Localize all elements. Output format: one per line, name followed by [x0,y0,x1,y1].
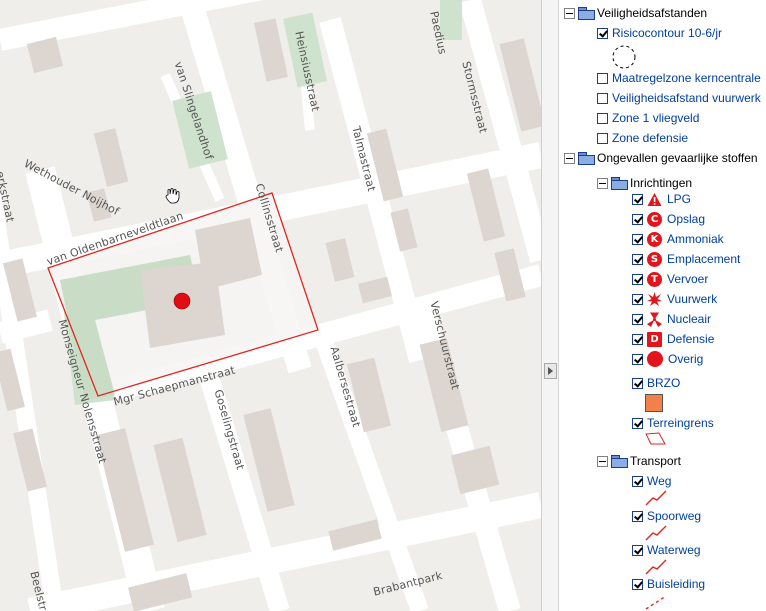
layer-checkbox[interactable] [632,313,643,325]
terreingrens-symbol-icon [645,432,666,445]
opslag-c-icon: C [647,211,662,227]
lpg-triangle-icon [647,192,662,206]
group-label: Veiligheidsafstanden [597,6,708,20]
map-view[interactable]: van Slingelandhof Heinsiusstraat Paedius… [0,0,541,611]
spoorweg-line-icon [645,525,667,541]
group-ongevallen[interactable]: Ongevallen gevaarlijke stoffen [564,149,758,167]
layer-checkbox[interactable] [632,333,643,345]
layer-checkbox[interactable] [597,92,608,104]
layer-checkbox[interactable] [597,132,608,144]
layer-checkbox[interactable] [632,233,643,245]
layer-ammoniak[interactable]: K Ammoniak [632,230,724,248]
layer-nucleair[interactable]: Nucleair [632,310,711,328]
risk-object-marker [173,292,191,310]
layer-overig[interactable]: Overig [632,350,703,368]
layer-veiligheidsafstand-vuurwerk[interactable]: Veiligheidsafstand vuurwerk [597,89,761,107]
layer-checkbox[interactable] [632,417,643,429]
waterweg-line-icon [645,559,667,575]
risicocontour-symbol-icon [612,45,636,69]
weg-line-icon [645,490,667,506]
layer-brzo[interactable]: BRZO [632,374,680,392]
defensie-d-icon: D [647,331,662,347]
layer-lpg[interactable]: LPG [632,190,691,208]
buisleiding-line-icon [645,595,667,610]
ammoniak-k-icon: K [647,231,662,247]
layer-checkbox[interactable] [632,213,643,225]
layer-risicocontour[interactable]: Risicocontour 10-6/jr [597,24,722,42]
layer-checkbox[interactable] [597,112,608,124]
layer-terreingrens[interactable]: Terreingrens [632,414,714,432]
panel-splitter[interactable] [541,0,559,611]
collapse-toggle-icon[interactable] [597,177,608,189]
layer-vuurwerk[interactable]: Vuurwerk [632,290,717,308]
collapse-toggle-icon[interactable] [564,152,575,164]
collapse-panel-button[interactable] [544,363,557,379]
collapse-toggle-icon[interactable] [597,455,608,467]
layer-checkbox[interactable] [632,578,643,590]
nucleair-trefoil-icon [647,312,662,327]
layer-checkbox[interactable] [632,353,643,365]
layer-opslag[interactable]: C Opslag [632,210,705,228]
layer-zone-vliegveld[interactable]: Zone 1 vliegveld [597,109,699,127]
layer-vervoer[interactable]: T Vervoer [632,270,708,288]
layer-waterweg[interactable]: Waterweg [632,541,701,559]
layer-weg[interactable]: Weg [632,472,671,490]
layer-defensie[interactable]: D Defensie [632,330,714,348]
layer-checkbox[interactable] [632,193,643,205]
layer-checkbox[interactable] [597,27,608,39]
layer-checkbox[interactable] [632,377,643,389]
layer-maatregelzone[interactable]: Maatregelzone kerncentrale [597,69,761,87]
layer-checkbox[interactable] [632,475,643,487]
layer-checkbox[interactable] [632,510,643,522]
layer-checkbox[interactable] [632,544,643,556]
layer-checkbox[interactable] [632,293,643,305]
brzo-swatch-icon [645,394,663,412]
vervoer-t-icon: T [647,271,662,287]
folder-icon [611,455,628,468]
layer-spoorweg[interactable]: Spoorweg [632,507,701,525]
layer-checkbox[interactable] [632,253,643,265]
group-veiligheidsafstanden[interactable]: Veiligheidsafstanden [564,4,707,22]
vuurwerk-explosion-icon [647,291,662,306]
layer-checkbox[interactable] [632,273,643,285]
folder-icon [578,152,595,165]
layer-zone-defensie[interactable]: Zone defensie [597,129,688,147]
legend-panel: Veiligheidsafstanden Risicocontour 10-6/… [560,0,766,611]
overig-dot-icon [647,351,663,367]
collapse-toggle-icon[interactable] [564,7,575,19]
emplacement-s-icon: S [647,251,662,267]
layer-checkbox[interactable] [597,72,608,84]
group-transport[interactable]: Transport [597,452,681,470]
layer-buisleiding[interactable]: Buisleiding [632,575,705,593]
map-canvas[interactable] [0,0,541,611]
folder-icon [611,177,628,190]
folder-icon [578,7,595,20]
layer-emplacement[interactable]: S Emplacement [632,250,740,268]
